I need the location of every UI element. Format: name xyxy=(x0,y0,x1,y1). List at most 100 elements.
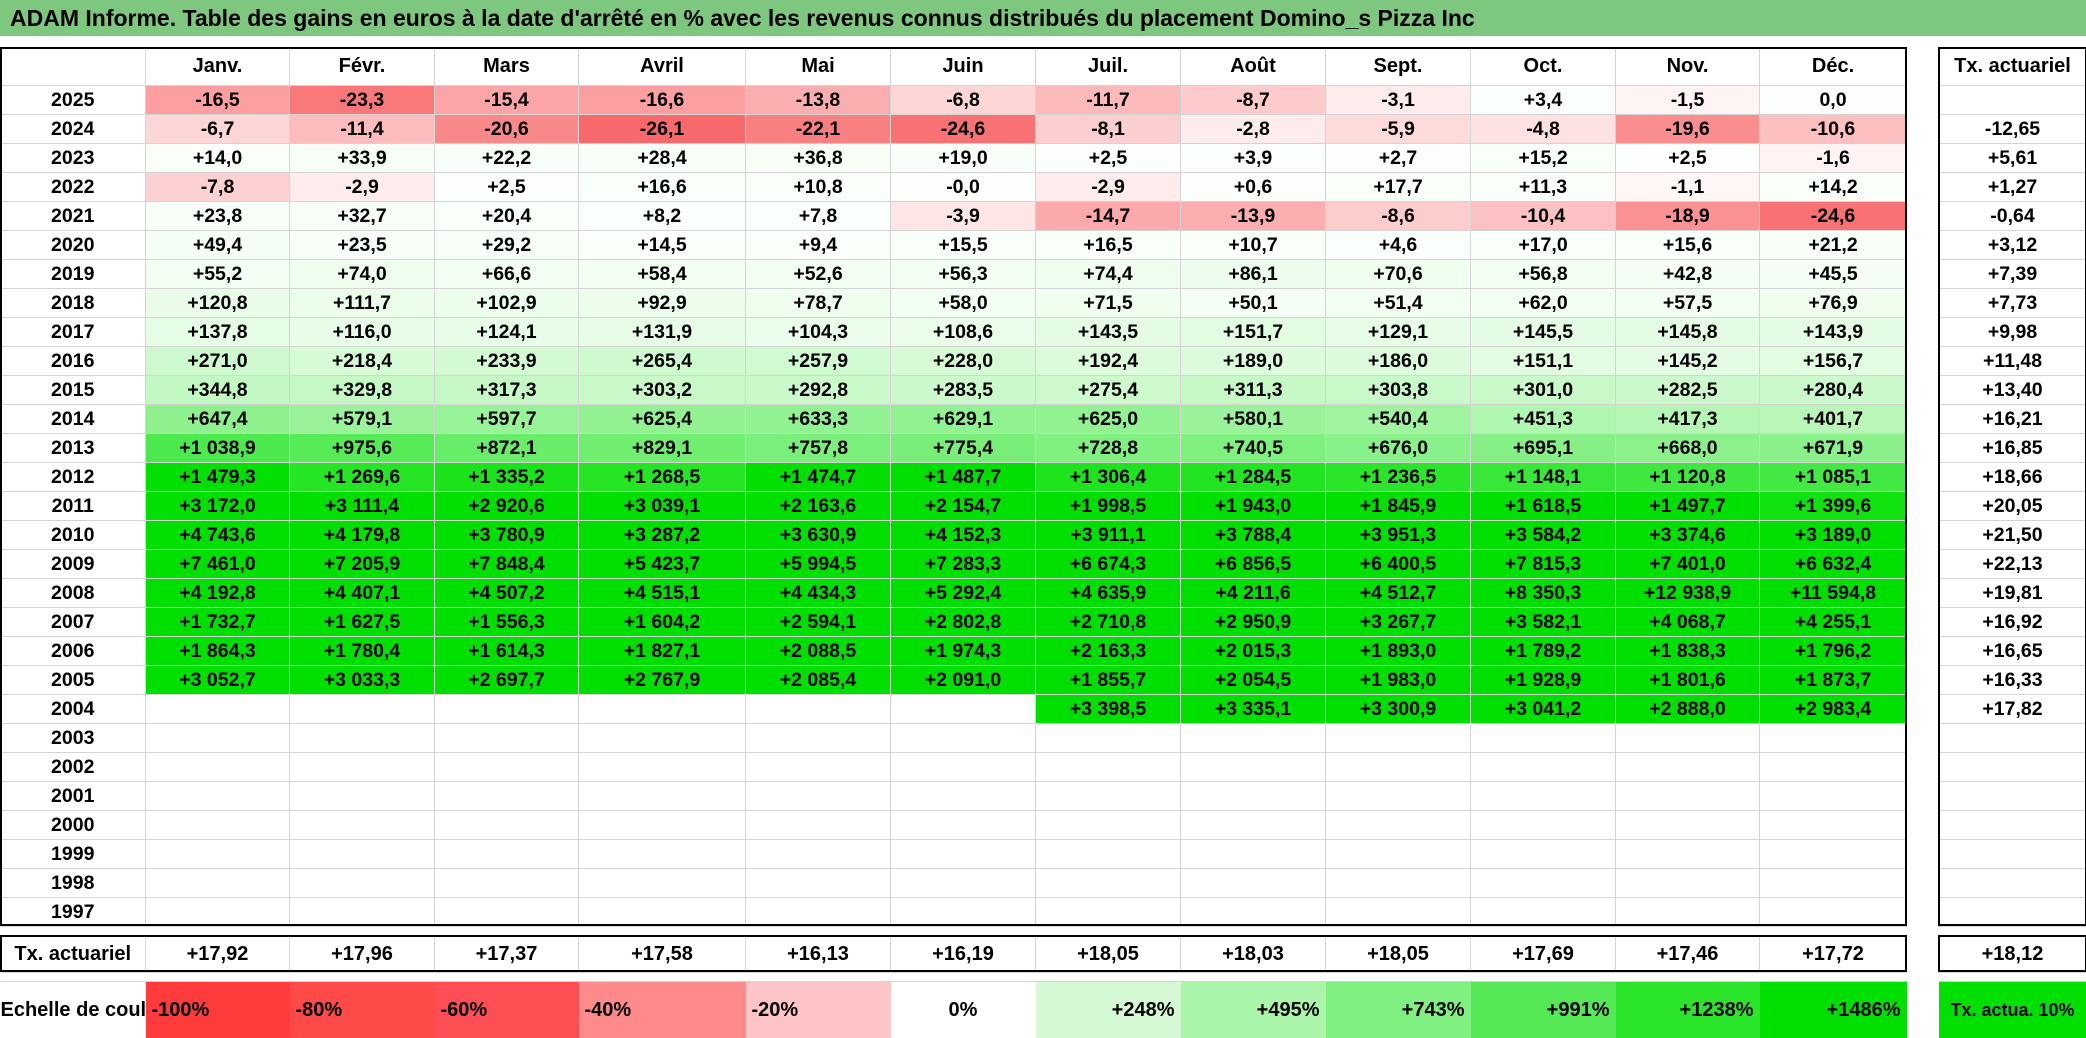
gain-cell: +49,4 xyxy=(146,231,290,260)
gain-cell: +1 479,3 xyxy=(146,463,290,492)
footer-rate-cell: +17,96 xyxy=(290,936,435,973)
gain-cell xyxy=(746,869,891,898)
footer-rate-cell: +16,19 xyxy=(891,936,1036,973)
scale-swatch: -80% xyxy=(290,982,435,1038)
gain-cell: +676,0 xyxy=(1326,434,1471,463)
gain-cell xyxy=(1326,869,1471,898)
gains-table-body: 2025-16,5-23,3-15,4-16,6-13,8-6,8-11,7-8… xyxy=(1,86,1907,1038)
gain-cell: +4 512,7 xyxy=(1326,579,1471,608)
gain-cell: -22,1 xyxy=(746,115,891,144)
gain-cell xyxy=(1326,840,1471,869)
gain-cell: +22,2 xyxy=(435,144,579,173)
scale-swatch: +1238% xyxy=(1616,982,1760,1038)
gain-cell: +3 584,2 xyxy=(1471,521,1616,550)
gain-cell: +597,7 xyxy=(435,405,579,434)
gain-cell xyxy=(579,811,746,840)
gain-cell: +2 697,7 xyxy=(435,666,579,695)
actuarial-rate-cell: +9,98 xyxy=(1939,318,2086,347)
gain-cell: +28,4 xyxy=(579,144,746,173)
spacer-cell xyxy=(1036,973,1181,982)
scale-swatch: +991% xyxy=(1471,982,1616,1038)
gain-cell: +629,1 xyxy=(891,405,1036,434)
month-header-11: Nov. xyxy=(1616,48,1760,86)
gain-cell: +3 189,0 xyxy=(1760,521,1907,550)
gain-cell: +17,7 xyxy=(1326,173,1471,202)
side-row xyxy=(1939,869,2086,898)
gain-cell: +695,1 xyxy=(1471,434,1616,463)
footer-row: Tx. actuariel+17,92+17,96+17,37+17,58+16… xyxy=(1,936,1907,973)
actuarial-rate-cell: +11,48 xyxy=(1939,347,2086,376)
spacer-cell xyxy=(1471,927,1616,936)
gain-cell: +74,0 xyxy=(290,260,435,289)
gain-cell: +757,8 xyxy=(746,434,891,463)
gain-cell: +7 283,3 xyxy=(891,550,1036,579)
spacer-cell xyxy=(1939,973,2086,982)
gain-cell: +8,2 xyxy=(579,202,746,231)
gain-cell: +51,4 xyxy=(1326,289,1471,318)
gain-cell xyxy=(1760,840,1907,869)
gain-cell xyxy=(579,695,746,724)
side-row: +18,66 xyxy=(1939,463,2086,492)
table-row: 2010+4 743,6+4 179,8+3 780,9+3 287,2+3 6… xyxy=(1,521,1907,550)
gain-cell: -6,7 xyxy=(146,115,290,144)
gain-cell: +1 838,3 xyxy=(1616,637,1760,666)
scale-swatch: -40% xyxy=(579,982,746,1038)
month-header-7: Juil. xyxy=(1036,48,1181,86)
gain-cell: +257,9 xyxy=(746,347,891,376)
gain-cell: 0,0 xyxy=(1760,86,1907,115)
side-row: +3,12 xyxy=(1939,231,2086,260)
gain-cell xyxy=(435,898,579,927)
gain-cell: -19,6 xyxy=(1616,115,1760,144)
gain-cell xyxy=(1471,811,1616,840)
spacer-cell xyxy=(290,973,435,982)
gain-cell: +3,9 xyxy=(1181,144,1326,173)
gain-cell: +3 172,0 xyxy=(146,492,290,521)
gain-cell: -1,1 xyxy=(1616,173,1760,202)
spacer-cell xyxy=(579,973,746,982)
gain-cell: +2,5 xyxy=(1036,144,1181,173)
gain-cell: +3,4 xyxy=(1471,86,1616,115)
spacer-cell xyxy=(1181,973,1326,982)
gain-cell: +329,8 xyxy=(290,376,435,405)
table-row: 2003 xyxy=(1,724,1907,753)
gain-cell xyxy=(1181,898,1326,927)
actuarial-rate-cell: +16,65 xyxy=(1939,637,2086,666)
gain-cell xyxy=(290,898,435,927)
gain-cell xyxy=(1760,724,1907,753)
gain-cell xyxy=(891,695,1036,724)
gain-cell: +108,6 xyxy=(891,318,1036,347)
gain-cell: +4 515,1 xyxy=(579,579,746,608)
side-row: +17,82 xyxy=(1939,695,2086,724)
spacer-cell xyxy=(1326,927,1471,936)
footer-rate-cell: +17,37 xyxy=(435,936,579,973)
corner-cell xyxy=(1,48,146,86)
gain-cell: -7,8 xyxy=(146,173,290,202)
gain-cell: +1 269,6 xyxy=(290,463,435,492)
table-row: 2009+7 461,0+7 205,9+7 848,4+5 423,7+5 9… xyxy=(1,550,1907,579)
gain-cell xyxy=(435,724,579,753)
gain-cell: -4,8 xyxy=(1471,115,1616,144)
gain-cell: +7 205,9 xyxy=(290,550,435,579)
table-row: 1997 xyxy=(1,898,1907,927)
gain-cell: +1 306,4 xyxy=(1036,463,1181,492)
gain-cell: +4 211,6 xyxy=(1181,579,1326,608)
gain-cell: +579,1 xyxy=(290,405,435,434)
gain-cell: +668,0 xyxy=(1616,434,1760,463)
gain-cell: +145,2 xyxy=(1616,347,1760,376)
gain-cell: +143,9 xyxy=(1760,318,1907,347)
actuarial-rate-cell: +17,82 xyxy=(1939,695,2086,724)
table-row: 2000 xyxy=(1,811,1907,840)
gain-cell: +4 255,1 xyxy=(1760,608,1907,637)
gain-cell: +78,7 xyxy=(746,289,891,318)
spacer-cell xyxy=(146,973,290,982)
gain-cell: -1,5 xyxy=(1616,86,1760,115)
gain-cell: +2 594,1 xyxy=(746,608,891,637)
scale-swatch: +1486% xyxy=(1760,982,1907,1038)
gain-cell: +1 148,1 xyxy=(1471,463,1616,492)
gain-cell: +4,6 xyxy=(1326,231,1471,260)
gains-table: Janv.Févr.MarsAvrilMaiJuinJuil.AoûtSept.… xyxy=(0,47,1907,1038)
spacer-cell xyxy=(1760,973,1907,982)
gain-cell: +2 983,4 xyxy=(1760,695,1907,724)
actuarial-rate-cell: -12,65 xyxy=(1939,115,2086,144)
year-label: 2023 xyxy=(1,144,146,173)
